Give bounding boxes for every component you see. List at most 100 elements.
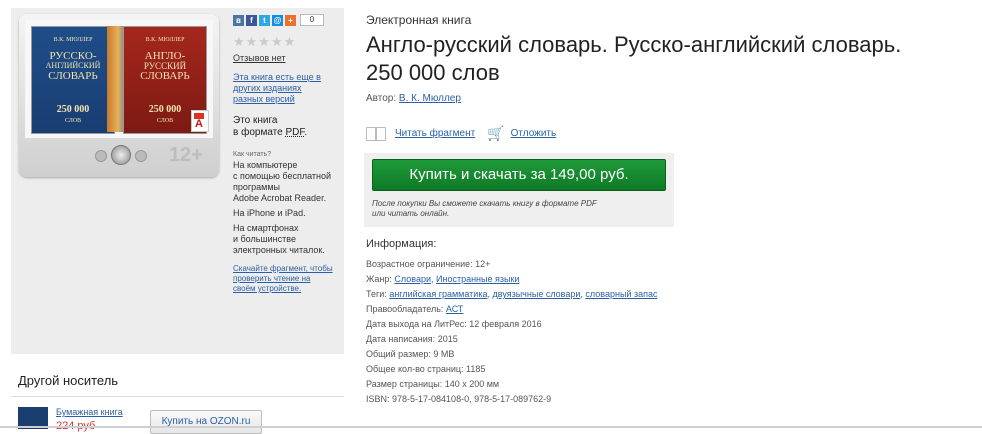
info-label: Правообладатель:	[366, 304, 446, 314]
paper-book-link[interactable]: Бумажная книга	[56, 407, 123, 417]
format-info: Это книга в формате PDF.	[233, 115, 343, 139]
side-column: в f t @ + 0 ★★★★★ Отзывов нет Эта книга …	[233, 14, 343, 294]
info-label: Теги:	[366, 289, 390, 299]
para1-line: программы	[233, 182, 281, 192]
cover-unit: СЛОВ	[64, 118, 82, 124]
prev-icon[interactable]	[95, 150, 107, 162]
ebook-type-label: Электронная книга	[366, 13, 472, 27]
cover-title-3: СЛОВАРЬ	[140, 70, 190, 82]
info-value: 1185	[466, 364, 486, 374]
cover-controls: 12+	[19, 144, 219, 174]
info-written: Дата написания: 2015	[366, 332, 786, 347]
cover-viewer[interactable]: В.К. МЮЛЛЕР РУССКО- АНГЛИЙСКИЙ СЛОВАРЬ 2…	[19, 14, 219, 177]
paper-book-link-text[interactable]: Бумажная книга	[56, 407, 123, 417]
info-list: Возрастное ограничение: 12+ Жанр: Словар…	[366, 257, 786, 407]
author-label: Автор:	[366, 93, 399, 104]
tag-link[interactable]: английская грамматика	[389, 289, 487, 299]
read-fragment-link[interactable]: Читать фрагмент	[395, 128, 475, 139]
info-release: Дата выхода на ЛитРес: 12 февраля 2016	[366, 317, 786, 332]
cover-count: 250 000	[56, 104, 90, 115]
para3-line: и большинстве	[233, 234, 296, 244]
info-value: 2015	[437, 334, 458, 344]
buy-note: После покупки Вы сможете скачать книгу в…	[372, 199, 662, 219]
divider	[11, 396, 344, 397]
info-label: Дата выхода на ЛитРес:	[366, 319, 470, 329]
pdf-icon	[191, 110, 209, 132]
info-label: Возрастное ограничение:	[366, 259, 476, 269]
share-count: 0	[300, 14, 324, 26]
info-label: Жанр:	[366, 274, 395, 284]
format-line-1: Это книга	[233, 115, 278, 126]
other-editions-link[interactable]: Эта книга есть еще в других изданиях раз…	[233, 72, 323, 105]
tag-link[interactable]: словарный запас	[585, 289, 657, 299]
cover-book-blue: В.К. МЮЛЛЕР РУССКО- АНГЛИЙСКИЙ СЛОВАРЬ 2…	[31, 26, 115, 134]
buy-box: Купить и скачать за 149,00 руб. После по…	[364, 153, 674, 227]
cart-icon: 🛒	[487, 125, 505, 141]
info-heading: Информация:	[366, 238, 437, 250]
vk-icon[interactable]: в	[233, 14, 244, 26]
home-icon[interactable]	[111, 145, 131, 165]
info-value: 978-5-17-084108-0, 978-5-17-089762-9	[392, 394, 552, 404]
genre-link[interactable]: Словари	[394, 274, 431, 284]
cover-title-1: АНГЛО-	[144, 50, 186, 62]
info-value: 12 февраля 2016	[469, 319, 542, 329]
info-tags: Теги: английская грамматика, двуязычные …	[366, 289, 658, 299]
info-pages: Общее кол-во страниц: 1185	[366, 362, 786, 377]
tag-link[interactable]: двуязычные словари	[492, 289, 580, 299]
info-value: 140 x 200 мм	[444, 379, 500, 389]
buy-note-line-2: или читать онлайн.	[372, 209, 450, 218]
info-page-size: Размер страницы: 140 x 200 мм	[366, 377, 786, 392]
info-label: ISBN:	[366, 394, 393, 404]
para3-line: электронных читалок.	[233, 245, 325, 255]
info-genre: Жанр: Словари, Иностранные языки	[366, 274, 520, 284]
how-to-read-para-3: На смартфонах и большинстве электронных …	[233, 223, 343, 256]
rating-stars[interactable]: ★★★★★	[233, 34, 343, 50]
cover-author: В.К. МЮЛЛЕР	[145, 37, 185, 43]
title-line-2: 250 000 слов	[366, 60, 500, 85]
bottom-divider	[0, 426, 982, 428]
info-age: Возрастное ограничение: 12+	[366, 257, 786, 272]
format-suffix: .	[304, 127, 308, 138]
share-buttons: в f t @ + 0	[233, 14, 343, 26]
author-link[interactable]: В. К. Мюллер	[399, 93, 461, 104]
twitter-icon[interactable]: t	[259, 14, 270, 26]
buy-note-line-1: После покупки Вы сможете скачать книгу в…	[372, 199, 597, 208]
buy-button[interactable]: Купить и скачать за 149,00 руб.	[372, 159, 666, 191]
title-line-1: Англо-русский словарь. Русско-английский…	[366, 32, 902, 57]
author-row: Автор: В. К. Мюллер	[366, 93, 461, 104]
para3-line: На смартфонах	[233, 223, 299, 233]
info-value: 12+	[475, 259, 491, 269]
info-size: Общий размер: 9 MB	[366, 347, 786, 362]
para1-line: На компьютере	[233, 160, 298, 170]
how-to-read: Как читать? На компьютере с помощью бесп…	[233, 149, 343, 294]
page-title: Англо-русский словарь. Русско-английский…	[366, 31, 966, 87]
info-label: Размер страницы:	[366, 379, 445, 389]
other-carrier-title: Другой носитель	[18, 373, 119, 388]
plus-icon[interactable]: +	[285, 14, 296, 26]
para1-line: Adobe Acrobat Reader.	[233, 193, 327, 203]
reviews-link[interactable]: Отзывов нет	[233, 53, 343, 63]
how-to-read-para-2: На iPhone и iPad.	[233, 208, 306, 218]
format-name[interactable]: PDF	[285, 127, 304, 138]
info-rightholder: Правообладатель: АСТ	[366, 302, 786, 317]
ozon-button[interactable]: Купить на OZON.ru	[150, 410, 262, 434]
facebook-icon[interactable]: f	[246, 14, 257, 26]
age-badge: 12+	[169, 144, 203, 166]
info-label: Дата написания:	[366, 334, 438, 344]
info-label: Общий размер:	[366, 349, 434, 359]
cover-title-1: РУССКО-	[49, 50, 97, 62]
actions-row: Читать фрагмент 🛒 Отложить	[366, 125, 556, 142]
cover-author: В.К. МЮЛЛЕР	[53, 37, 93, 43]
how-to-read-para-1: На компьютере с помощью бесплатной прогр…	[233, 160, 343, 204]
genre-link[interactable]: Иностранные языки	[436, 274, 519, 284]
rightholder-link[interactable]: АСТ	[446, 304, 464, 314]
mail-icon[interactable]: @	[272, 14, 283, 26]
info-isbn: ISBN: 978-5-17-084108-0, 978-5-17-089762…	[366, 392, 786, 407]
cover-image[interactable]: В.К. МЮЛЛЕР РУССКО- АНГЛИЙСКИЙ СЛОВАРЬ 2…	[25, 20, 213, 138]
download-sample-link[interactable]: Скачайте фрагмент, чтобы проверить чтени…	[233, 264, 333, 294]
book-icon	[366, 126, 386, 141]
next-icon[interactable]	[135, 150, 147, 162]
para1-line: с помощью бесплатной	[233, 171, 332, 181]
how-to-read-title: Как читать?	[233, 151, 272, 158]
postpone-link[interactable]: Отложить	[511, 128, 557, 139]
